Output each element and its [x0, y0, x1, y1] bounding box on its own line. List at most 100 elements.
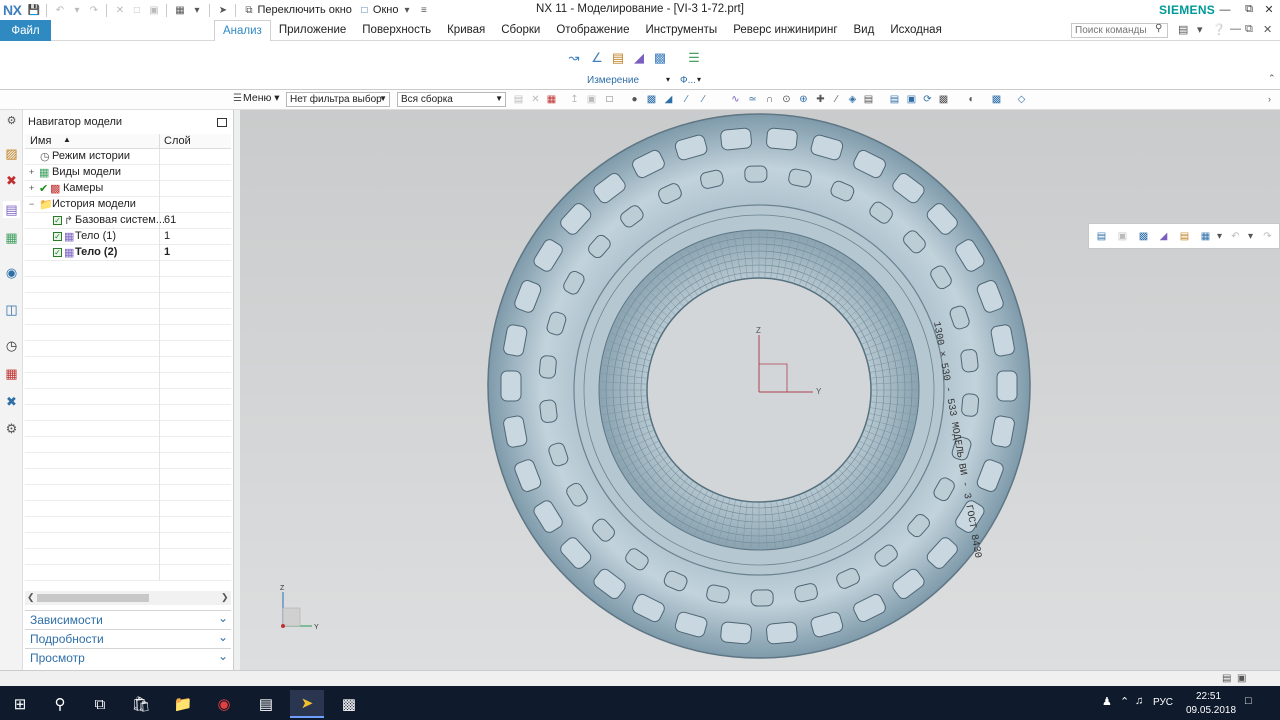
- table-icon[interactable]: ▦: [172, 3, 187, 18]
- tree-row-model-history[interactable]: − 📁 История модели: [25, 197, 231, 213]
- expand-icon[interactable]: +: [29, 183, 34, 193]
- chrome-icon[interactable]: ◉: [207, 690, 241, 718]
- measure-body-icon[interactable]: ▩: [1137, 230, 1150, 243]
- search-icon[interactable]: ⚲: [43, 690, 77, 718]
- collapse-icon[interactable]: −: [29, 199, 34, 209]
- measure-group-label[interactable]: Измерение: [587, 75, 639, 86]
- repeat-command-icon[interactable]: ➤: [215, 3, 230, 18]
- measure-length-icon[interactable]: ▤: [610, 50, 626, 66]
- part-navigator-icon[interactable]: ▤: [3, 201, 20, 218]
- tab-view[interactable]: Вид: [846, 20, 883, 41]
- scrollbar-thumb[interactable]: [37, 594, 149, 602]
- web-browser-icon[interactable]: ◉: [3, 264, 20, 281]
- form-group-label[interactable]: Ф...: [680, 75, 696, 86]
- snap-line-icon[interactable]: ∕: [830, 93, 843, 106]
- copy-icon[interactable]: □: [129, 3, 144, 18]
- chevron-down-icon[interactable]: ⌄: [218, 630, 228, 644]
- curve-icon[interactable]: ∕: [697, 93, 710, 106]
- group-dropdown-icon[interactable]: ▾: [697, 75, 701, 84]
- details-section[interactable]: Подробности ⌄: [25, 629, 231, 648]
- chevron-down-icon[interactable]: ▾: [1244, 230, 1257, 243]
- doc-close-icon[interactable]: ✕: [1263, 23, 1272, 36]
- tab-assemblies[interactable]: Сборки: [493, 20, 548, 41]
- chevron-up-icon[interactable]: ⌃: [1120, 695, 1129, 708]
- clock-time[interactable]: 22:51: [1196, 691, 1221, 702]
- form-analysis-icon[interactable]: ☰: [686, 50, 702, 66]
- edit-section-icon[interactable]: ▩: [990, 93, 1003, 106]
- visibility-checkbox[interactable]: ✓: [53, 248, 62, 257]
- sphere-icon[interactable]: ●: [628, 93, 641, 106]
- window-icon[interactable]: □: [357, 3, 372, 18]
- network-drive-icon[interactable]: ▤: [249, 690, 283, 718]
- windows-start-icon[interactable]: ⊞: [3, 690, 37, 718]
- undo-icon[interactable]: ↶: [1229, 230, 1242, 243]
- tab-surface[interactable]: Поверхность: [354, 20, 439, 41]
- paste-icon[interactable]: ▣: [146, 3, 161, 18]
- language-indicator[interactable]: РУС: [1153, 697, 1173, 708]
- intersection-icon[interactable]: ∩: [763, 93, 776, 106]
- column-header-name[interactable]: Имя: [30, 135, 51, 147]
- tab-tools[interactable]: Инструменты: [637, 20, 725, 41]
- system-materials-icon[interactable]: ✖: [3, 393, 20, 410]
- help-icon[interactable]: ❔: [1212, 23, 1226, 36]
- scope-dropdown[interactable]: Вся сборка ▼: [397, 92, 506, 107]
- solid-body-icon[interactable]: ▩: [645, 93, 658, 106]
- render-style-icon[interactable]: ◐: [965, 93, 978, 106]
- doc-minimize-icon[interactable]: —: [1230, 23, 1241, 35]
- edge-icon[interactable]: ∕: [680, 93, 693, 106]
- tab-application[interactable]: Приложение: [271, 20, 354, 41]
- tree-row-datum-csys[interactable]: ✓ ↱ Базовая систем... 61: [25, 213, 231, 229]
- undo-icon[interactable]: ↶: [52, 3, 67, 18]
- menu-button[interactable]: Меню ▾: [243, 92, 280, 104]
- process-studio-icon[interactable]: ⚙: [3, 420, 20, 437]
- snap-cross-icon[interactable]: ✚: [814, 93, 827, 106]
- command-search-input[interactable]: [1071, 23, 1168, 38]
- dropdown-arrow-icon[interactable]: ▾: [69, 3, 84, 18]
- graphics-window[interactable]: 1300 × 530 - 533 МОДЕЛЬ ВИ - 3 ГОСТ 8430…: [240, 110, 1280, 670]
- file-menu-button[interactable]: Файл: [0, 20, 51, 41]
- measure-area-icon[interactable]: ◢: [631, 50, 647, 66]
- type-filter-dropdown[interactable]: Нет фильтра выбор ▼: [286, 92, 390, 107]
- tree-row-body-2[interactable]: ✓ ▦ Тело (2) 1: [25, 245, 231, 261]
- dependencies-section[interactable]: Зависимости ⌄: [25, 610, 231, 629]
- select-all-icon[interactable]: ▤: [512, 93, 525, 106]
- tab-analysis[interactable]: Анализ: [214, 20, 271, 41]
- background-icon[interactable]: ◇: [1015, 93, 1028, 106]
- chevron-down-icon[interactable]: ▾: [1213, 230, 1226, 243]
- clock-date[interactable]: 09.05.2018: [1186, 705, 1236, 716]
- sheet-body-icon[interactable]: ◢: [662, 93, 675, 106]
- display-mode-icon[interactable]: ▦: [1199, 230, 1212, 243]
- dropdown-arrow-icon[interactable]: ▾: [189, 3, 204, 18]
- snap-face-icon[interactable]: ◈: [846, 93, 859, 106]
- tree-row-body-1[interactable]: ✓ ▦ Тело (1) 1: [25, 229, 231, 245]
- file-explorer-icon[interactable]: 📁: [166, 690, 200, 718]
- redo-icon[interactable]: ↷: [1261, 230, 1274, 243]
- ribbon-collapse-icon[interactable]: ⌃: [1268, 73, 1276, 84]
- tab-reverse-engineering[interactable]: Реверс инжиниринг: [725, 20, 845, 41]
- customize-qat-icon[interactable]: ≡: [416, 3, 431, 18]
- snap-list-icon[interactable]: ▤: [862, 93, 875, 106]
- menu-icon[interactable]: ☰: [233, 93, 242, 104]
- volume-icon[interactable]: ♫: [1135, 695, 1143, 707]
- tree-row-model-views[interactable]: + ▦ Виды модели: [25, 165, 231, 181]
- visibility-checkbox[interactable]: ✓: [53, 232, 62, 241]
- task-view-icon[interactable]: ⧉: [83, 690, 117, 718]
- view-fit-icon[interactable]: ▤: [1095, 230, 1108, 243]
- tree-row-history-mode[interactable]: ◷ Режим истории: [25, 149, 231, 165]
- orient-view-icon[interactable]: ▩: [937, 93, 950, 106]
- column-header-layer[interactable]: Слой: [164, 135, 191, 147]
- horizontal-scrollbar[interactable]: ❮ ❯: [25, 591, 231, 605]
- cut-icon[interactable]: ✕: [112, 3, 127, 18]
- chevron-down-icon[interactable]: ⌄: [218, 649, 228, 663]
- minimize-window-button[interactable]: —: [1215, 1, 1235, 18]
- switch-window-icon[interactable]: ⧉: [241, 3, 256, 18]
- preview-section[interactable]: Просмотр ⌄: [25, 648, 231, 667]
- maximize-panel-icon[interactable]: [217, 118, 227, 127]
- assembly-navigator-icon[interactable]: ▨: [3, 145, 20, 162]
- tab-curve[interactable]: Кривая: [439, 20, 493, 41]
- inferred-curve-icon[interactable]: ∿: [729, 93, 742, 106]
- snap-center-icon[interactable]: ⊙: [780, 93, 793, 106]
- group-dropdown-icon[interactable]: ▾: [666, 75, 670, 84]
- tree-row-cameras[interactable]: + ✔ ▩ Камеры: [25, 181, 231, 197]
- selection-settings-icon[interactable]: ▦: [545, 93, 558, 106]
